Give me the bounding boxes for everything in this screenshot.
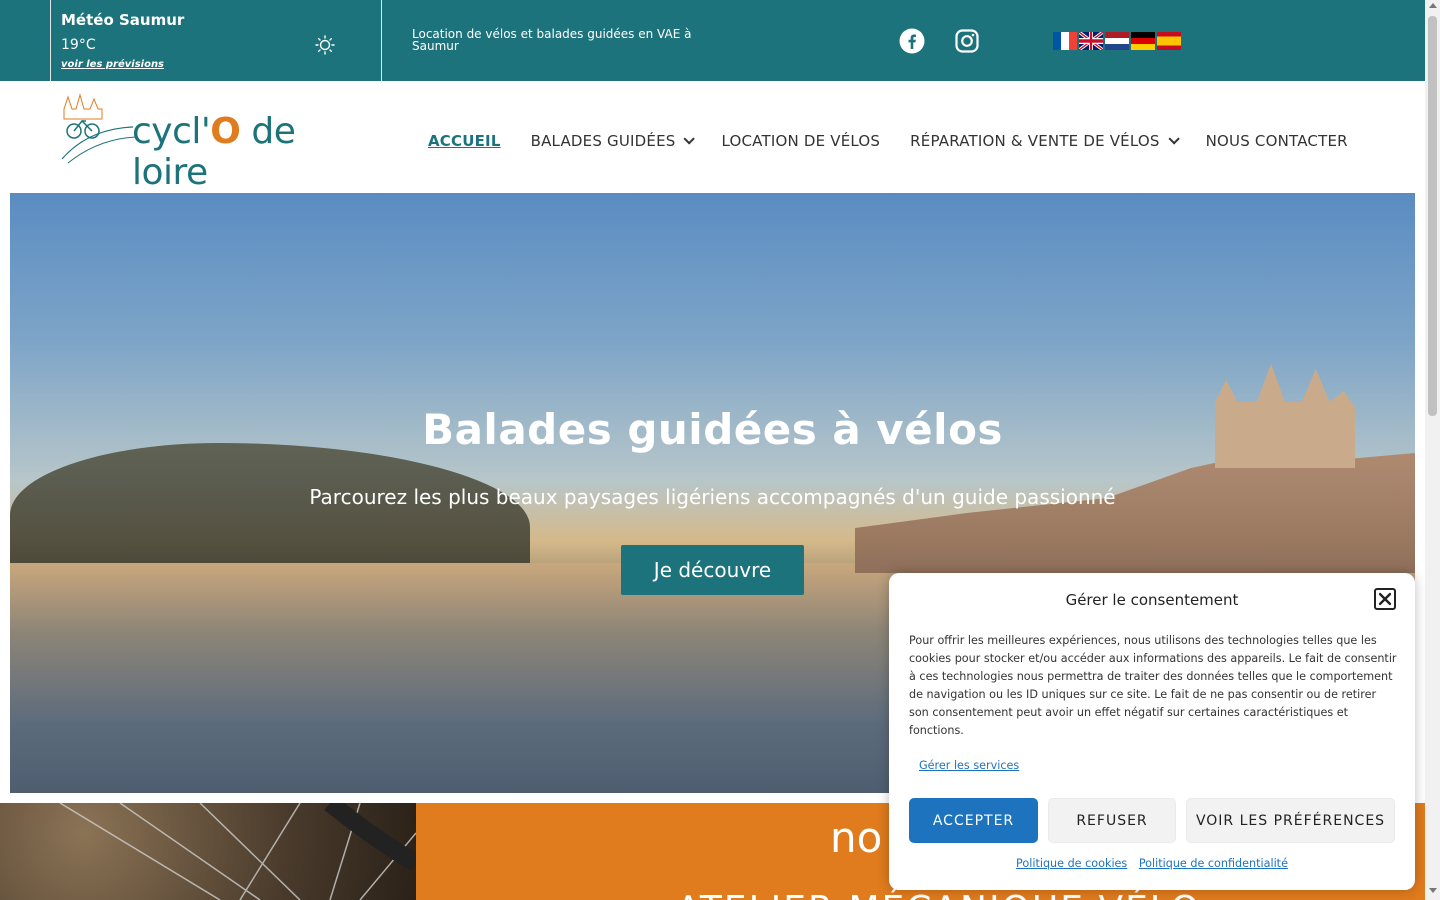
logo-prefix: cycl' [132,111,211,152]
logo-wordmark: cycl'O de loire [132,111,363,193]
wheel-spokes-image [59,803,416,900]
nav-accueil[interactable]: ACCUEIL [428,132,501,150]
consent-title: Gérer le consentement [1065,591,1239,609]
nav-label: RÉPARATION & VENTE DE VÉLOS [910,132,1160,150]
hero-subtitle: Parcourez les plus beaux paysages ligéri… [309,485,1116,509]
page-scrollbar[interactable] [1425,0,1440,900]
nav-reparation-vente[interactable]: RÉPARATION & VENTE DE VÉLOS [910,132,1180,150]
cookie-consent-dialog: Gérer le consentement Pour offrir les me… [889,573,1415,890]
nav-label: LOCATION DE VÉLOS [721,132,881,150]
nav-balades-guidees[interactable]: BALADES GUIDÉES [530,132,696,150]
weather-title: Météo Saumur [61,11,185,29]
flag-es-icon[interactable] [1157,32,1181,50]
sun-icon [315,35,335,55]
manage-services-link[interactable]: Gérer les services [919,759,1019,772]
nav-label: NOUS CONTACTER [1205,132,1348,150]
flag-en-icon[interactable] [1079,32,1103,50]
logo-o: O [210,111,241,152]
cookie-policy-link[interactable]: Politique de cookies [1016,857,1127,870]
bicycle-wheel-image [0,803,416,900]
weather-widget: Météo Saumur 19°C voir les prévisions [50,0,382,81]
facebook-icon[interactable] [899,28,925,54]
hero-title: Balades guidées à vélos [422,405,1003,454]
instagram-icon[interactable] [954,28,980,54]
scroll-thumb[interactable] [1428,16,1437,416]
section-heading: no [830,813,883,862]
chevron-down-icon [683,133,696,145]
site-header: cycl'O de loire ACCUEIL BALADES GUIDÉES … [0,81,1425,193]
accept-button[interactable]: ACCEPTER [909,798,1038,843]
flag-de-icon[interactable] [1131,32,1155,50]
discover-button[interactable]: Je découvre [621,545,804,595]
language-selector [1053,32,1181,50]
flag-fr-icon[interactable] [1053,32,1077,50]
scroll-up-icon[interactable] [1429,3,1437,8]
site-tagline: Location de vélos et balades guidées en … [412,27,692,53]
nav-label: BALADES GUIDÉES [530,132,676,150]
weather-temperature: 19°C [61,37,96,53]
scroll-down-icon[interactable] [1429,888,1437,893]
main-navigation: ACCUEIL BALADES GUIDÉES LOCATION DE VÉLO… [428,132,1378,150]
close-icon[interactable] [1374,588,1396,610]
site-logo[interactable]: cycl'O de loire [58,89,363,193]
flag-nl-icon[interactable] [1105,32,1129,50]
chevron-down-icon [1168,133,1180,145]
top-bar: Météo Saumur 19°C voir les prévisions Lo… [0,0,1425,81]
privacy-policy-link[interactable]: Politique de confidentialité [1139,857,1288,870]
bicycle-castle-logo-icon [61,93,137,164]
nav-location-de-velos[interactable]: LOCATION DE VÉLOS [721,132,880,150]
weather-forecast-link[interactable]: voir les prévisions [61,59,164,70]
refuse-button[interactable]: REFUSER [1048,798,1176,843]
consent-policy-links: Politique de cookies Politique de confid… [889,857,1415,870]
nav-nous-contacter[interactable]: NOUS CONTACTER [1206,132,1348,150]
consent-description: Pour offrir les meilleures expériences, … [909,634,1397,737]
section-subheading: ATELIER MÉCANIQUE VÉLO [676,889,1201,900]
view-preferences-button[interactable]: VOIR LES PRÉFÉRENCES [1186,798,1395,843]
nav-label: ACCUEIL [428,132,501,150]
